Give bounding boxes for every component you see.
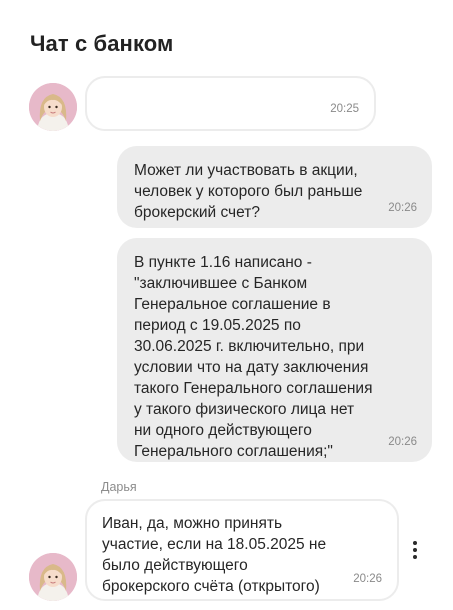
page-title: Чат с банком	[30, 31, 174, 56]
message-incoming: Иван, да, можно принять участие, если на…	[85, 499, 399, 601]
message-time: 20:26	[388, 436, 417, 448]
agent-avatar	[29, 553, 77, 601]
message-time: 20:26	[388, 202, 417, 214]
message-text: Может ли участвовать в акции, человек у …	[134, 162, 363, 221]
menu-dot	[413, 541, 417, 545]
message-text: Иван, да, можно принять участие, если на…	[102, 515, 327, 595]
message-outgoing: В пункте 1.16 написано - "заключившее с …	[117, 238, 432, 462]
more-vertical-icon[interactable]	[405, 537, 425, 563]
avatar-icon	[29, 553, 77, 601]
message-time: 20:25	[330, 103, 359, 115]
avatar-icon	[29, 83, 77, 131]
message-outgoing: Может ли участвовать в акции, человек у …	[117, 146, 432, 228]
message-sender-name: Дарья	[101, 480, 137, 494]
menu-dot	[413, 548, 417, 552]
agent-avatar	[29, 83, 77, 131]
message-text: В пункте 1.16 написано - "заключившее с …	[134, 254, 373, 460]
message-time: 20:26	[353, 573, 382, 585]
message-incoming: 20:25	[85, 76, 376, 131]
menu-dot	[413, 555, 417, 559]
